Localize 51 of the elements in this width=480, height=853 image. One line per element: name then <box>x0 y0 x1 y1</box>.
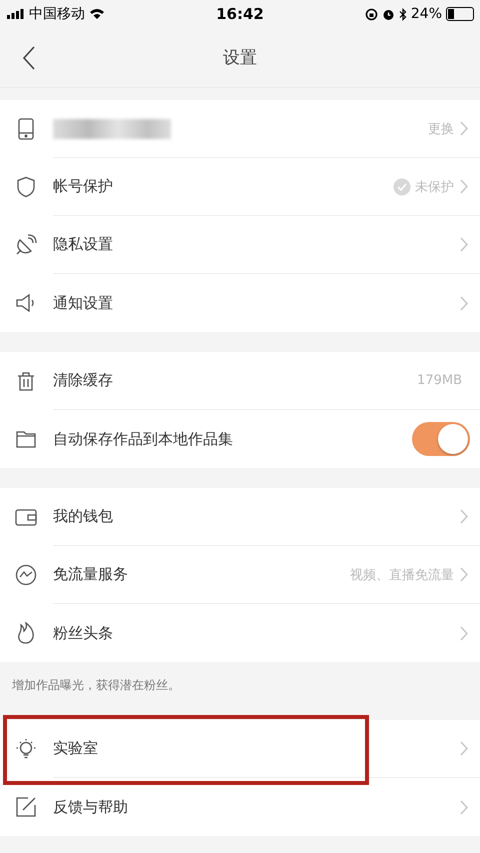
row-label: 自动保存作品到本地作品集 <box>53 430 233 448</box>
chevron-icon <box>460 179 468 194</box>
settings-row[interactable]: 反馈与帮助 <box>0 778 480 836</box>
row-label: 隐私设置 <box>53 235 113 254</box>
row-value: 更换 <box>428 120 454 138</box>
row-value: 视频、直播免流量 <box>350 566 454 584</box>
chevron-icon <box>460 237 468 252</box>
row-label: 实验室 <box>53 739 98 758</box>
settings-row[interactable]: 通知设置 <box>0 274 480 332</box>
row-label: 免流量服务 <box>53 565 128 584</box>
settings-row[interactable]: 帐号保护 未保护 <box>0 158 480 216</box>
settings-row[interactable]: 实验室 <box>0 720 480 778</box>
chart-icon <box>15 564 37 586</box>
row-label: 我的钱包 <box>53 507 113 526</box>
row-label: 帐号保护 <box>53 177 113 196</box>
satellite-icon <box>15 234 37 256</box>
trash-icon <box>15 370 37 392</box>
status-time: 16:42 <box>215 5 265 23</box>
toggle-switch[interactable] <box>412 422 470 456</box>
row-value: 179MB <box>417 373 462 388</box>
shield-icon <box>15 176 37 198</box>
settings-row[interactable]: 免流量服务 视频、直播免流量 <box>0 546 480 604</box>
page-title: 设置 <box>222 47 258 69</box>
bluetooth-icon <box>398 8 407 20</box>
settings-row[interactable]: 我的钱包 <box>0 488 480 546</box>
flame-icon <box>15 622 37 644</box>
carrier-name: 中国移动 <box>29 5 85 23</box>
chevron-icon <box>460 296 468 310</box>
settings-row[interactable]: 隐私设置 <box>0 216 480 274</box>
section-note: 增加作品曝光，获得潜在粉丝。 <box>12 676 180 694</box>
wifi-icon <box>89 8 105 20</box>
row-label: 清除缓存 <box>53 371 113 390</box>
settings-row[interactable]: 清除缓存 179MB <box>0 352 480 410</box>
signal-icon <box>7 9 25 19</box>
settings-row[interactable]: 自动保存作品到本地作品集 <box>0 410 480 468</box>
chevron-icon <box>460 626 468 640</box>
chevron-icon <box>460 509 468 524</box>
row-label: 粉丝头条 <box>53 624 113 642</box>
chevron-icon <box>460 567 468 582</box>
back-icon[interactable] <box>22 46 36 70</box>
row-label: 通知设置 <box>53 294 113 312</box>
bulb-icon <box>15 738 37 760</box>
chevron-icon <box>460 741 468 756</box>
battery-icon <box>446 7 474 21</box>
settings-row[interactable]: 粉丝头条 <box>0 604 480 662</box>
row-label: 反馈与帮助 <box>53 798 128 816</box>
battery-percent: 24% <box>410 6 442 22</box>
row-value: 未保护 <box>415 178 454 196</box>
edit-icon <box>15 796 37 818</box>
chevron-icon <box>460 800 468 814</box>
chevron-icon <box>460 121 468 136</box>
